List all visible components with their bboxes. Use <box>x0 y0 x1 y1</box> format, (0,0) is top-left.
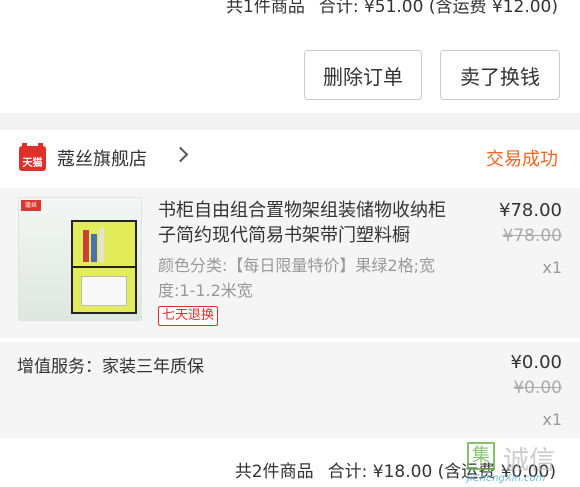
service-label: 增值服务：家装三年质保 <box>17 357 204 377</box>
item-count: 共2件商品 <box>234 462 314 482</box>
store-header[interactable]: 天猫 蔻丝旗舰店 交易成功 <box>0 130 580 185</box>
item-original-price: ¥78.00 <box>502 226 562 246</box>
order-status: 交易成功 <box>486 149 558 170</box>
section-divider <box>0 113 580 130</box>
store-name[interactable]: 蔻丝旗舰店 <box>57 145 147 171</box>
sell-item-button[interactable]: 卖了换钱 <box>440 50 560 100</box>
delete-order-button[interactable]: 删除订单 <box>304 50 422 100</box>
service-original-price: ¥0.00 <box>513 378 562 398</box>
order-actions: 删除订单 卖了换钱 <box>304 50 560 100</box>
watermark: 集 诚信 JiChengXin.com <box>463 440 580 487</box>
item-price: ¥78.00 <box>499 200 562 221</box>
item-count: 共1件商品 <box>226 0 305 17</box>
order-total: 合计: ¥51.00 (含运费 ¥12.00) <box>318 0 558 17</box>
product-title[interactable]: 书柜自由组合置物架组装储物收纳柜子简约现代简易书架带门塑料橱 <box>158 198 458 248</box>
chevron-right-icon <box>172 146 189 163</box>
brand-badge: 蔻丝 <box>21 200 41 211</box>
product-thumbnail[interactable]: 蔻丝 <box>18 197 142 321</box>
product-sku: 颜色分类:【每日限量特价】果绿2格;宽度:1-1.2米宽 <box>158 256 435 300</box>
return-policy-tag: 七天退换 <box>158 306 219 326</box>
service-quantity: x1 <box>542 410 562 429</box>
order-summary-top: 共1件商品 合计: ¥51.00 (含运费 ¥12.00) <box>0 0 580 22</box>
service-price: ¥0.00 <box>510 352 562 373</box>
item-quantity: x1 <box>542 258 562 277</box>
tmall-logo-icon: 天猫 <box>19 143 46 171</box>
shelf-image <box>71 220 137 314</box>
